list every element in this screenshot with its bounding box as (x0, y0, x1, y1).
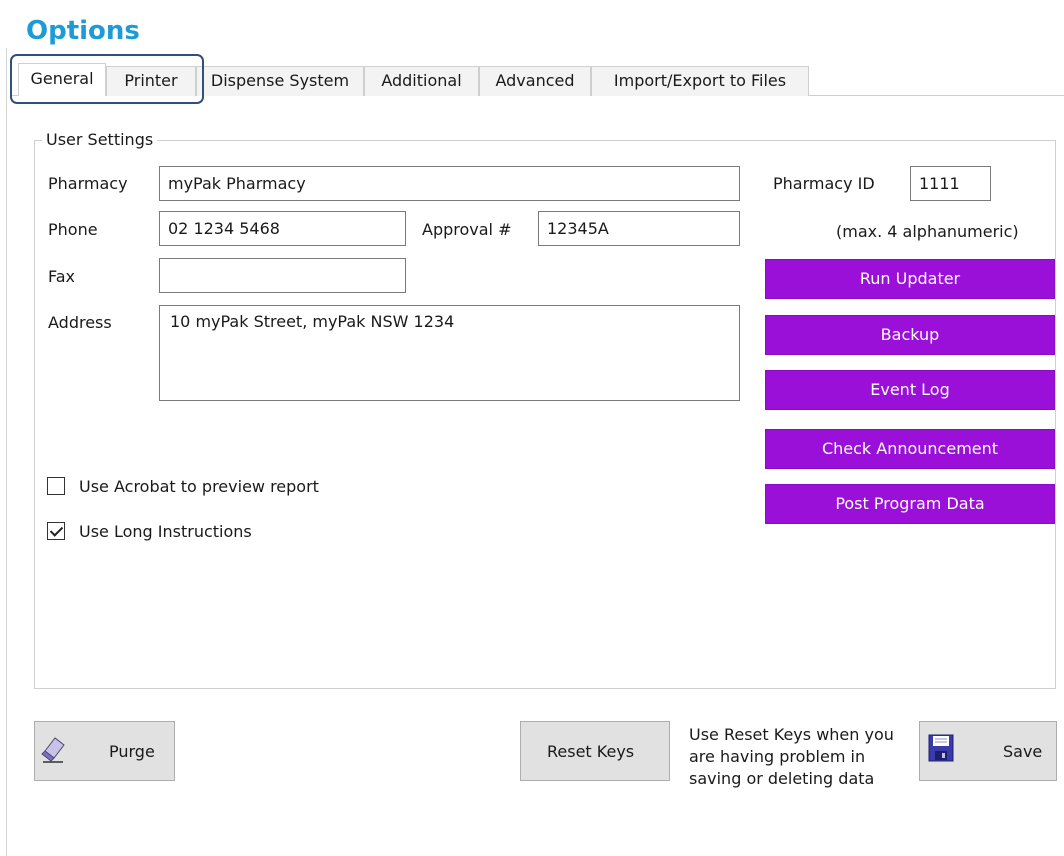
event-log-button[interactable]: Event Log (765, 370, 1055, 410)
phone-input[interactable] (159, 211, 406, 246)
address-label: Address (48, 313, 112, 332)
window-left-border (6, 48, 7, 856)
fax-input[interactable] (159, 258, 406, 293)
purge-label: Purge (109, 742, 155, 761)
save-label: Save (1003, 742, 1043, 761)
page-title: Options (26, 16, 140, 46)
backup-button[interactable]: Backup (765, 315, 1055, 355)
tab-additional[interactable]: Additional (364, 66, 479, 96)
use-long-instructions-checkbox[interactable] (47, 522, 65, 540)
tab-general[interactable]: General (18, 63, 106, 96)
user-settings-title: User Settings (42, 130, 158, 150)
run-updater-button[interactable]: Run Updater (765, 259, 1055, 299)
floppy-disk-icon (928, 734, 954, 766)
post-program-data-button[interactable]: Post Program Data (765, 484, 1055, 524)
pharmacy-id-label: Pharmacy ID (773, 174, 875, 193)
options-window: Options General Printer Dispense System … (0, 0, 1064, 856)
purge-button[interactable]: Purge (34, 721, 175, 781)
pharmacy-id-hint: (max. 4 alphanumeric) (836, 222, 1019, 241)
use-acrobat-checkbox[interactable] (47, 477, 65, 495)
reset-keys-button[interactable]: Reset Keys (520, 721, 670, 781)
fax-label: Fax (48, 267, 76, 286)
tab-import-export[interactable]: Import/Export to Files (591, 66, 809, 96)
tab-printer[interactable]: Printer (106, 66, 196, 96)
approval-label: Approval # (422, 220, 512, 239)
approval-input[interactable] (538, 211, 740, 246)
use-long-instructions-label: Use Long Instructions (79, 521, 252, 541)
use-acrobat-option[interactable]: Use Acrobat to preview report (47, 474, 319, 498)
tab-dispense-system[interactable]: Dispense System (196, 66, 364, 96)
pharmacy-id-input[interactable] (910, 166, 991, 201)
tab-advanced[interactable]: Advanced (479, 66, 591, 96)
save-button[interactable]: Save (919, 721, 1057, 781)
use-acrobat-label: Use Acrobat to preview report (79, 476, 319, 496)
use-long-instructions-option[interactable]: Use Long Instructions (47, 519, 252, 543)
pharmacy-label: Pharmacy (48, 174, 128, 193)
reset-keys-label: Reset Keys (547, 742, 635, 761)
eraser-icon (41, 735, 67, 767)
reset-keys-note: Use Reset Keys when you are having probl… (689, 725, 894, 788)
phone-label: Phone (48, 220, 98, 239)
pharmacy-input[interactable] (159, 166, 740, 201)
address-textarea[interactable]: 10 myPak Street, myPak NSW 1234 (159, 305, 740, 401)
check-announcement-button[interactable]: Check Announcement (765, 429, 1055, 469)
